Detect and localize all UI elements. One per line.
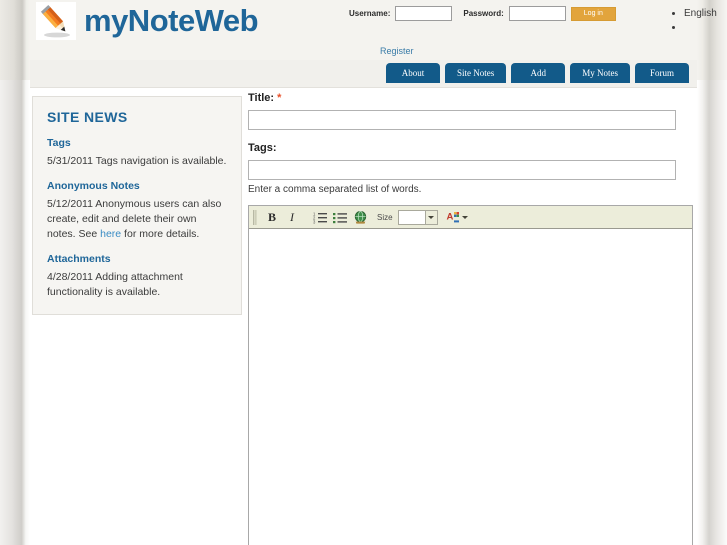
news-item: Attachments 4/28/2011 Adding attachment … <box>47 253 227 300</box>
site-news-panel: SITE NEWS Tags 5/31/2011 Tags navigation… <box>32 96 242 315</box>
news-body-text-after: for more details. <box>121 228 200 240</box>
news-item: Anonymous Notes 5/12/2011 Anonymous user… <box>47 180 227 242</box>
news-item: Tags 5/31/2011 Tags navigation is availa… <box>47 137 227 169</box>
page-left-edge-shadow-top <box>0 0 30 80</box>
username-label: Username: <box>349 9 391 18</box>
password-input[interactable] <box>508 6 566 21</box>
editor-toolbar: B I 1 2 3 Size A <box>249 206 692 229</box>
news-body-anonymous-notes: 5/12/2011 Anonymous users can also creat… <box>47 197 227 242</box>
globe-link-icon[interactable] <box>351 208 369 226</box>
news-body-tags: 5/31/2011 Tags navigation is available. <box>47 155 227 167</box>
editor-content-area[interactable] <box>249 229 692 545</box>
page-right-edge-shadow <box>697 0 727 545</box>
title-field-label: Title: * <box>248 92 693 104</box>
svg-text:3: 3 <box>313 219 316 223</box>
language-item-english[interactable]: English <box>684 7 717 21</box>
news-body-attachments: 4/28/2011 Adding attachment functionalit… <box>47 271 183 298</box>
bulleted-list-icon[interactable] <box>331 208 349 226</box>
tab-add[interactable]: Add <box>511 63 566 83</box>
site-header: myNoteWeb Username: Password: Log in Reg… <box>30 0 717 60</box>
font-size-label: Size <box>377 212 393 222</box>
tab-site-notes[interactable]: Site Notes <box>445 63 507 83</box>
news-here-link[interactable]: here <box>100 228 121 240</box>
main-navigation: About Site Notes Add My Notes Forum <box>386 63 689 83</box>
toolbar-grip-handle[interactable] <box>253 209 257 225</box>
field-spacer <box>248 130 693 142</box>
tags-input[interactable] <box>248 160 676 180</box>
text-color-button[interactable]: A <box>446 210 468 224</box>
language-list: English <box>670 7 717 35</box>
page-left-edge-shadow <box>0 0 30 545</box>
text-color-icon: A <box>446 212 459 223</box>
username-input[interactable] <box>395 6 453 21</box>
numbered-list-icon[interactable]: 1 2 3 <box>311 208 329 226</box>
tab-my-notes[interactable]: My Notes <box>570 63 630 83</box>
italic-button[interactable]: I <box>283 208 301 226</box>
svg-text:A: A <box>446 212 453 223</box>
login-form: Username: Password: Log in <box>349 6 616 21</box>
register-link[interactable]: Register <box>380 46 414 56</box>
login-button[interactable]: Log in <box>570 6 616 21</box>
site-brand-title: myNoteWeb <box>84 3 259 38</box>
password-label: Password: <box>463 9 504 18</box>
text-color-chevron-down-icon[interactable] <box>461 215 468 219</box>
title-required-marker: * <box>277 92 282 104</box>
note-form: Title: * Tags: Enter a comma separated l… <box>248 92 693 545</box>
chevron-down-icon[interactable] <box>424 210 437 224</box>
news-heading-attachments: Attachments <box>47 253 111 265</box>
site-news-title: SITE NEWS <box>47 109 128 125</box>
font-size-select[interactable] <box>397 209 438 225</box>
pencil-icon <box>36 2 76 40</box>
tags-field-label: Tags: <box>248 142 277 154</box>
page-content: SITE NEWS Tags 5/31/2011 Tags navigation… <box>30 88 697 545</box>
news-heading-anonymous-notes: Anonymous Notes <box>47 180 140 192</box>
title-label-text: Title: <box>248 92 275 104</box>
rich-text-editor: B I 1 2 3 Size A <box>248 205 693 545</box>
language-item-secondary[interactable] <box>684 21 717 35</box>
caret-glyph <box>428 215 435 219</box>
tags-hint: Enter a comma separated list of words. <box>248 184 422 195</box>
news-heading-tags: Tags <box>47 137 71 149</box>
bold-button[interactable]: B <box>263 208 281 226</box>
language-link-english[interactable]: English <box>684 8 717 19</box>
tab-forum[interactable]: Forum <box>635 63 689 83</box>
page-root: myNoteWeb Username: Password: Log in Reg… <box>0 0 727 545</box>
title-input[interactable] <box>248 110 676 130</box>
font-size-input[interactable] <box>398 210 425 224</box>
tab-about[interactable]: About <box>386 63 440 83</box>
